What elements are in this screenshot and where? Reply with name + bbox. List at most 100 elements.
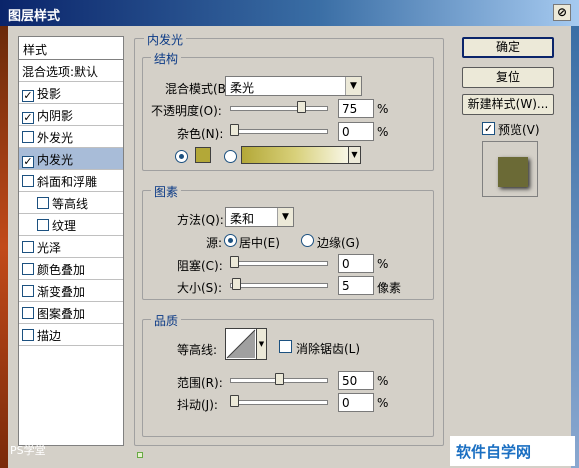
source-label: 源:: [206, 236, 223, 250]
jitter-input[interactable]: 0: [338, 393, 374, 412]
close-button[interactable]: ⊘: [553, 4, 571, 21]
preview-checkbox[interactable]: ✓: [482, 122, 495, 135]
range-slider-thumb[interactable]: [274, 373, 284, 385]
opacity-slider-track[interactable]: [230, 106, 328, 111]
style-checkbox[interactable]: ✓: [22, 90, 34, 102]
contour-label: 等高线:: [177, 343, 218, 357]
style-list-item-label: 混合选项:默认: [22, 65, 99, 79]
noise-slider-track[interactable]: [230, 129, 328, 134]
window-right-border: [571, 26, 579, 468]
noise-input[interactable]: 0: [338, 122, 374, 141]
style-list-item[interactable]: ✓ 内阴影: [19, 104, 123, 126]
style-list-item-label: 颜色叠加: [37, 263, 86, 277]
chevron-down-icon: ▼: [348, 147, 360, 163]
opacity-unit: %: [377, 102, 389, 116]
style-checkbox[interactable]: [22, 131, 34, 143]
style-list-item[interactable]: 渐变叠加: [19, 280, 123, 302]
choke-slider-thumb[interactable]: [230, 256, 239, 268]
style-checkbox[interactable]: [22, 241, 34, 253]
opacity-slider-thumb[interactable]: [296, 101, 306, 113]
watermark-right: 软件自学网: [450, 436, 575, 466]
style-list-item[interactable]: 外发光: [19, 126, 123, 148]
style-list-item[interactable]: 混合选项:默认: [19, 60, 123, 82]
style-list-item[interactable]: 图案叠加: [19, 302, 123, 324]
style-list-item-label: 内发光: [37, 153, 74, 167]
style-list-item[interactable]: 描边: [19, 324, 123, 346]
choke-slider-track[interactable]: [230, 261, 328, 266]
size-input[interactable]: 5: [338, 276, 374, 295]
style-list-item[interactable]: 光泽: [19, 236, 123, 258]
resize-grip[interactable]: [137, 452, 143, 458]
anti-alias-label[interactable]: 消除锯齿(L): [296, 340, 360, 357]
style-list-item[interactable]: 斜面和浮雕: [19, 170, 123, 192]
size-slider-thumb[interactable]: [231, 278, 241, 290]
style-list-item[interactable]: 纹理: [19, 214, 123, 236]
source-edge-radio[interactable]: [301, 234, 314, 247]
window-title: 图层样式: [8, 9, 61, 24]
window-left-border: [0, 26, 8, 468]
range-unit: %: [377, 374, 389, 388]
size-slider-track[interactable]: [230, 283, 328, 288]
style-checkbox[interactable]: [37, 219, 49, 231]
source-center-radio[interactable]: [224, 234, 237, 247]
style-list-item-label: 光泽: [37, 241, 62, 255]
style-list-item-label: 内阴影: [37, 109, 74, 123]
range-input[interactable]: 50: [338, 371, 374, 390]
style-list-item-label: 投影: [37, 87, 62, 101]
style-checkbox[interactable]: [22, 175, 34, 187]
jitter-label: 抖动(J):: [177, 398, 218, 412]
chevron-down-icon: ▼: [256, 329, 266, 359]
preview-swatch: [498, 157, 528, 187]
watermark-left: PS学堂: [10, 444, 46, 457]
style-checkbox[interactable]: ✓: [22, 112, 34, 124]
blend-mode-value: 柔光: [230, 81, 255, 95]
blend-mode-select[interactable]: 柔光 ▼: [225, 76, 362, 96]
opacity-input[interactable]: 75: [338, 99, 374, 118]
style-list-item[interactable]: ✓ 内发光: [19, 148, 123, 170]
ok-button[interactable]: 确定: [462, 37, 554, 58]
noise-label: 杂色(N):: [177, 127, 224, 141]
style-list-header[interactable]: 样式: [19, 37, 123, 60]
title-bar: 图层样式 ⊘: [0, 0, 579, 26]
dialog-client: 样式 混合选项:默认 ✓ 投影 ✓ 内阴影 外发光 ✓ 内发光 斜面和浮雕 等高线 纹理 光泽 颜色叠加…: [8, 26, 571, 460]
source-center-label[interactable]: 居中(E): [239, 234, 280, 251]
source-edge-label[interactable]: 边缘(G): [317, 234, 360, 251]
style-list-item-label: 描边: [37, 329, 62, 343]
style-list-item[interactable]: 颜色叠加: [19, 258, 123, 280]
style-list-item[interactable]: ✓ 投影: [19, 82, 123, 104]
size-unit: 像素: [377, 281, 402, 295]
noise-unit: %: [377, 125, 389, 139]
jitter-slider-thumb[interactable]: [230, 395, 239, 407]
color-radio[interactable]: [175, 150, 188, 163]
method-value: 柔和: [230, 212, 255, 226]
reset-button[interactable]: 复位: [462, 67, 554, 88]
style-checkbox[interactable]: [22, 307, 34, 319]
glow-color-swatch[interactable]: [195, 147, 211, 163]
style-checkbox[interactable]: ✓: [22, 156, 34, 168]
new-style-button[interactable]: 新建样式(W)...: [462, 94, 554, 115]
preview-label[interactable]: 预览(V): [498, 121, 540, 138]
elements-title: 图素: [151, 183, 182, 200]
style-checkbox[interactable]: [22, 285, 34, 297]
gradient-picker[interactable]: ▼: [241, 146, 361, 164]
method-label: 方法(Q):: [177, 213, 224, 227]
jitter-slider-track[interactable]: [230, 400, 328, 405]
method-select[interactable]: 柔和 ▼: [225, 207, 294, 227]
choke-input[interactable]: 0: [338, 254, 374, 273]
watermark-right-text: 软件自学网: [456, 443, 532, 461]
style-list-item[interactable]: 等高线: [19, 192, 123, 214]
style-checkbox[interactable]: [37, 197, 49, 209]
style-checkbox[interactable]: [22, 329, 34, 341]
structure-title: 结构: [151, 50, 182, 67]
gradient-radio[interactable]: [224, 150, 237, 163]
contour-picker[interactable]: ▼: [225, 328, 267, 360]
choke-unit: %: [377, 257, 389, 271]
anti-alias-checkbox[interactable]: [279, 340, 292, 353]
quality-title: 品质: [151, 312, 182, 329]
style-preview: [482, 141, 538, 197]
noise-slider-thumb[interactable]: [230, 124, 239, 136]
style-list-item-label: 等高线: [52, 197, 89, 211]
style-checkbox[interactable]: [22, 263, 34, 275]
range-label: 范围(R):: [177, 376, 223, 390]
inner-glow-title: 内发光: [144, 31, 187, 48]
